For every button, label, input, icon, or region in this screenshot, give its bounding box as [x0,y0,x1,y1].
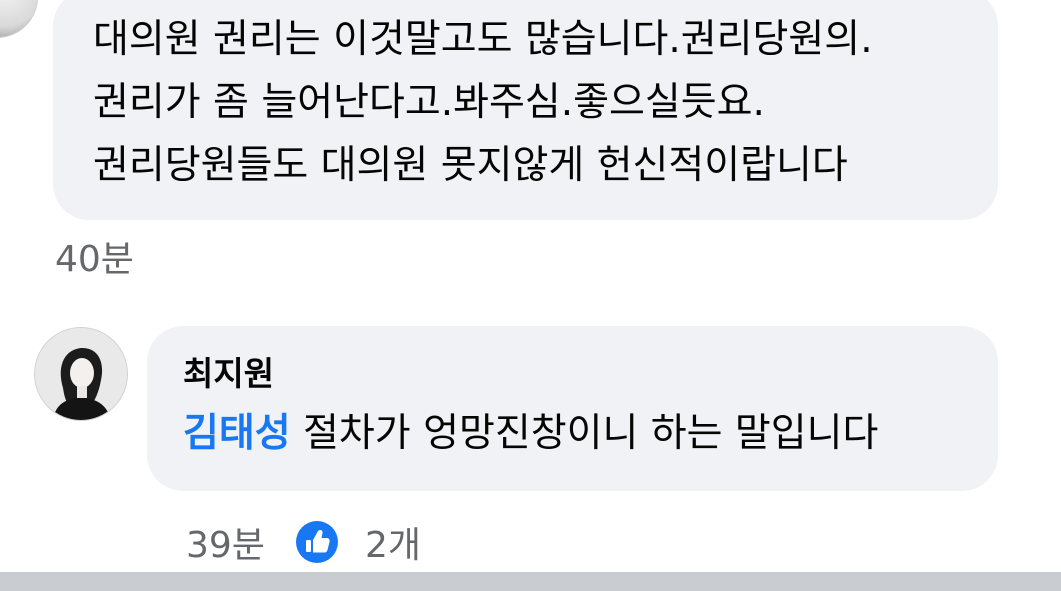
divider [0,572,1061,591]
comment-author[interactable]: 최지원 [183,352,274,396]
comment-text-line: 권리당원들도 대의원 못지않게 헌신적이랍니다 [93,143,848,188]
comment-text-line: 권리가 좀 늘어난다고.봐주심.좋으실듯요. [93,80,765,125]
comment-bubble: 대의원 권리는 이것말고도 많습니다.권리당원의. 권리가 좀 늘어난다고.봐주… [53,0,998,220]
comment-bubble: 최지원 김태성 절차가 엉망진창이니 하는 말입니다 [147,326,998,491]
comment-text: 김태성 절차가 엉망진창이니 하는 말입니다 [183,408,878,460]
comment-text-line: 대의원 권리는 이것말고도 많습니다.권리당원의. [93,17,873,62]
avatar[interactable] [34,327,128,421]
comment-body: 절차가 엉망진창이니 하는 말입니다 [290,411,879,456]
comment-timestamp[interactable]: 39분 [186,516,265,568]
comment-actions: 39분 2개 [186,516,421,568]
like-thumb-icon[interactable] [295,520,339,564]
reaction-count[interactable]: 2개 [365,516,421,568]
avatar[interactable] [0,0,38,38]
comment-timestamp[interactable]: 40분 [55,236,134,284]
mention-link[interactable]: 김태성 [183,411,291,456]
